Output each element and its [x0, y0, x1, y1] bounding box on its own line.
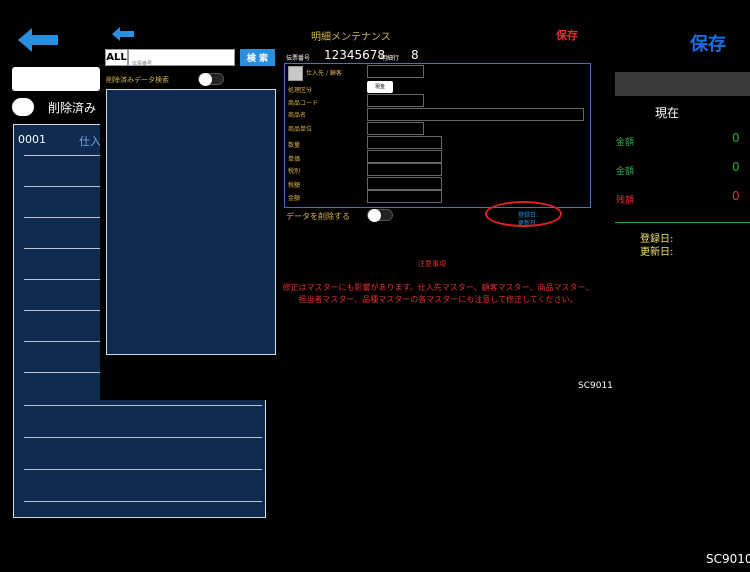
field-label: 税額 — [288, 182, 301, 189]
search-input[interactable] — [129, 56, 234, 72]
front-back-arrow-icon[interactable] — [112, 27, 134, 41]
search-result-list[interactable] — [106, 89, 276, 355]
field-label: 単価 — [288, 156, 301, 163]
toggle-knob — [199, 73, 212, 86]
back-arrow-icon[interactable] — [18, 28, 58, 52]
list-divider — [24, 437, 262, 438]
supplier-customer-label: 仕入先 / 顧客 — [306, 70, 342, 77]
unit-price-field[interactable] — [367, 150, 442, 163]
all-button[interactable]: ALL — [105, 49, 128, 66]
summary-header-bar — [614, 72, 750, 96]
summary-header: 現在 — [655, 106, 680, 120]
screen-code: SC9011 — [578, 381, 613, 391]
field-label: 商品コード — [288, 100, 319, 107]
field-label: 数量 — [288, 142, 301, 149]
summary-label: 残額 — [616, 196, 635, 206]
save-button[interactable]: 保存 — [556, 27, 578, 43]
summary-label: 金額 — [616, 167, 635, 177]
field-label: 税別 — [288, 168, 301, 175]
back-row-code: 0001 — [18, 133, 46, 146]
back-search-input[interactable] — [12, 67, 100, 91]
list-divider — [24, 501, 262, 502]
back-deleted-toggle[interactable] — [12, 98, 34, 116]
field-label: 金額 — [288, 195, 301, 202]
back-updated-date: 更新日: — [640, 247, 674, 258]
slip-number-value: 12345678 — [324, 48, 386, 62]
summary-value: 0 — [732, 189, 740, 203]
line-number-value: 8 — [411, 48, 419, 62]
toggle-knob — [368, 209, 381, 222]
slip-number-label: 伝票番号 — [286, 55, 311, 62]
list-divider — [24, 405, 262, 406]
search-input-wrap — [128, 49, 235, 72]
field-label: 商品名 — [288, 112, 307, 119]
field-label: 商品単位 — [288, 126, 313, 133]
field-label: 処理区分 — [288, 87, 313, 94]
delete-data-toggle[interactable] — [367, 209, 393, 222]
supplier-customer-field[interactable] — [367, 65, 424, 78]
supplier-customer-checkbox[interactable] — [288, 66, 303, 81]
product-unit-field[interactable] — [367, 122, 424, 135]
process-type-button[interactable]: 現金 — [367, 81, 393, 93]
summary-value: 0 — [732, 131, 740, 145]
list-divider — [24, 469, 262, 470]
summary-label: 金額 — [616, 138, 635, 148]
notes-title: 注意事項 — [418, 260, 446, 268]
page-title: 明細メンテナンス — [311, 32, 391, 43]
back-screen-code: SC9010 — [706, 552, 750, 566]
notes-text: 修正はマスターにも影響があります。仕入先マスター、顧客マスター、商品マスター、担… — [282, 283, 594, 304]
tax-exclusive-field[interactable] — [367, 163, 442, 176]
back-row-name: 仕入 — [79, 135, 101, 148]
deleted-search-toggle[interactable] — [198, 73, 224, 86]
line-number-label: 明細行 — [381, 55, 400, 62]
summary-value: 0 — [732, 160, 740, 174]
tax-amount-field[interactable] — [367, 177, 442, 190]
summary-panel — [614, 98, 750, 223]
quantity-field[interactable] — [367, 136, 442, 149]
product-code-field[interactable] — [367, 94, 424, 107]
back-save-button[interactable]: 保存 — [690, 30, 726, 56]
amount-field[interactable] — [367, 190, 442, 203]
delete-data-label: データを削除する — [286, 212, 350, 221]
product-name-field[interactable] — [367, 108, 584, 121]
search-button[interactable]: 検 索 — [240, 49, 275, 66]
back-deleted-toggle-label: 削除済み — [48, 101, 97, 115]
deleted-search-label: 削除済みデータ検索 — [106, 76, 169, 84]
highlight-annotation — [485, 201, 562, 227]
